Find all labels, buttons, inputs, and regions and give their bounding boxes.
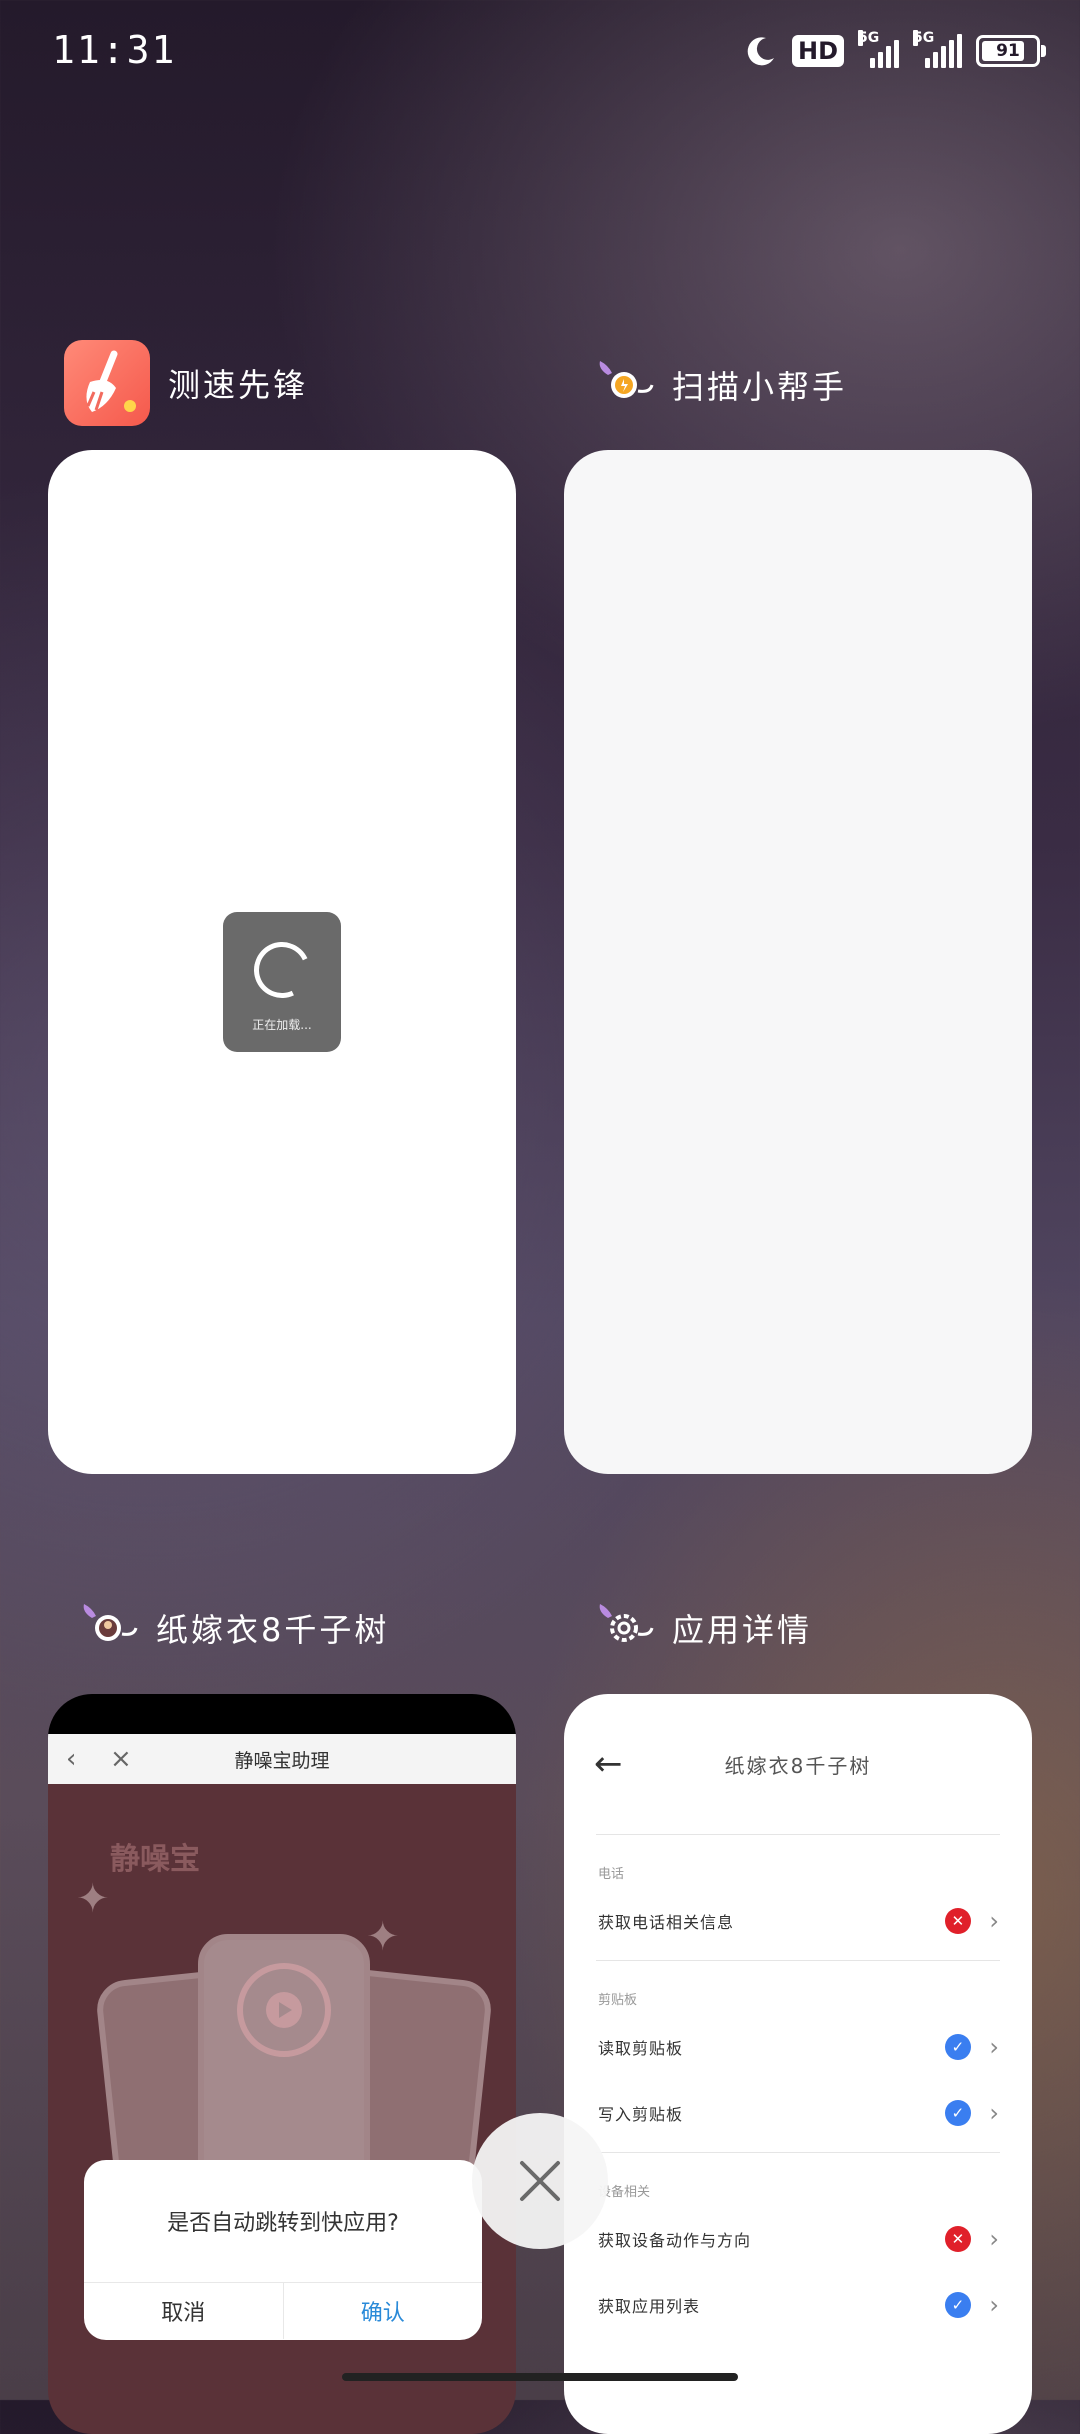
denied-icon: ✕ <box>945 2226 972 2252</box>
section-title: 剪贴板 <box>598 1993 638 2008</box>
dialog-buttons: 取消 确认 <box>84 2282 482 2339</box>
card-nav-bar: ‹ × 静噪宝助理 <box>48 1734 516 1784</box>
chevron-right-icon: › <box>989 2225 1000 2253</box>
chevron-right-icon: › <box>989 1907 1000 1935</box>
app-name: 应用详情 <box>672 1611 813 1649</box>
brand-logo-text: 静噪宝 <box>110 1842 200 1877</box>
page-title: 纸嫁衣8千子树 <box>724 1754 872 1778</box>
card-status-strip <box>48 1694 516 1734</box>
permission-row: 获取应用列表 ✓ › <box>564 2272 1032 2338</box>
app-header-3[interactable]: 纸嫁衣8千子树 <box>78 1598 389 1658</box>
status-time: 11:31 <box>52 28 177 72</box>
loading-text: 正在加载... <box>252 1018 312 1032</box>
app-card-1[interactable]: 正在加载... <box>48 450 516 1474</box>
permission-label: 获取设备动作与方向 <box>598 2231 752 2250</box>
spinner-icon <box>246 934 318 1006</box>
allowed-icon: ✓ <box>945 2100 972 2126</box>
chevron-right-icon: › <box>989 2033 1000 2061</box>
app-header-2[interactable]: 扫描小帮手 <box>594 355 847 415</box>
quick-app-settings-icon <box>594 1598 654 1658</box>
network-type-label: 5G <box>913 30 935 46</box>
chevron-right-icon: › <box>989 2099 1000 2127</box>
cancel-button[interactable]: 取消 <box>84 2283 284 2339</box>
chevron-right-icon: › <box>989 2291 1000 2319</box>
card-nav-bar: ← 纸嫁衣8千子树 <box>564 1694 1032 1834</box>
permission-label: 写入剪贴板 <box>598 2105 684 2124</box>
quick-app-icon <box>78 1598 138 1658</box>
allowed-icon: ✓ <box>945 2292 972 2318</box>
battery-level: 91 <box>996 41 1020 61</box>
home-indicator[interactable] <box>342 2373 738 2381</box>
section-title: 电话 <box>598 1867 625 1882</box>
app-header-1[interactable]: 测速先锋 <box>64 340 308 426</box>
permission-row: 获取电话相关信息 ✕ › <box>564 1888 1032 1954</box>
signal-1-icon: 5G <box>858 30 899 68</box>
app-card-4[interactable]: ← 纸嫁衣8千子树 电话 获取电话相关信息 ✕ › 剪贴板 读取剪贴板 ✓ › … <box>564 1694 1032 2434</box>
clear-all-button[interactable] <box>472 2113 608 2249</box>
jump-dialog: 是否自动跳转到快应用? 取消 确认 <box>84 2160 482 2340</box>
battery-icon: 91 <box>976 35 1046 67</box>
network-type-label: 5G <box>858 30 880 46</box>
broom-icon <box>64 340 150 426</box>
app-name: 测速先锋 <box>168 366 309 404</box>
permission-row: 写入剪贴板 ✓ › <box>564 2080 1032 2146</box>
sparkle-icon: ✦ <box>76 1876 110 1922</box>
dialog-message: 是否自动跳转到快应用? <box>167 2211 399 2236</box>
back-icon: ‹ <box>66 1744 77 1774</box>
permission-label: 获取应用列表 <box>598 2297 701 2316</box>
close-icon: × <box>110 1744 132 1774</box>
signal-2-icon: 5G <box>913 30 962 68</box>
denied-icon: ✕ <box>945 1908 972 1934</box>
moon-icon <box>747 37 774 66</box>
quick-app-icon <box>594 355 654 415</box>
permission-row: 读取剪贴板 ✓ › <box>564 2014 1032 2080</box>
loading-indicator: 正在加载... <box>223 912 341 1052</box>
app-name: 扫描小帮手 <box>672 368 848 406</box>
app-name: 纸嫁衣8千子树 <box>156 1611 390 1649</box>
status-icons: HD 5G 5G 91 <box>744 26 1046 76</box>
confirm-button[interactable]: 确认 <box>284 2283 483 2339</box>
permission-label: 读取剪贴板 <box>598 2039 684 2058</box>
allowed-icon: ✓ <box>945 2034 972 2060</box>
play-icon <box>237 1963 331 2057</box>
section-title: 设备相关 <box>598 2185 651 2200</box>
app-card-2[interactable] <box>564 450 1032 1474</box>
app-header-4[interactable]: 应用详情 <box>594 1598 812 1658</box>
permission-row: 获取设备动作与方向 ✕ › <box>564 2206 1032 2272</box>
close-icon <box>520 2161 560 2201</box>
hd-voice-icon: HD <box>791 35 844 67</box>
permission-label: 获取电话相关信息 <box>598 1913 735 1932</box>
sparkle-icon: ✦ <box>366 1914 400 1960</box>
